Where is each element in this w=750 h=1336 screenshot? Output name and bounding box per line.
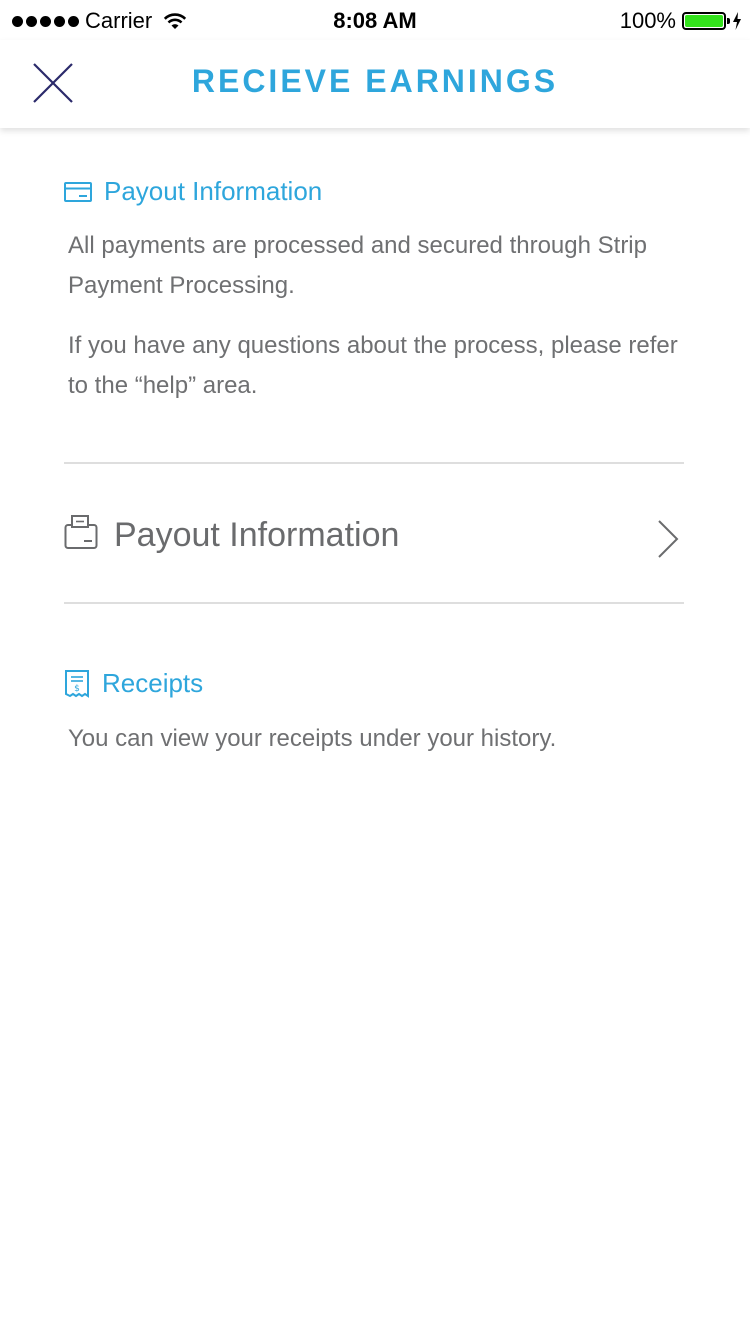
receipts-text: You can view your receipts under your hi… xyxy=(68,725,557,752)
header: RECIEVE EARNINGS xyxy=(0,40,750,128)
receipts-title: Receipts xyxy=(102,668,204,698)
payment-processing-text: All payments are processed and secured t… xyxy=(68,232,647,299)
payout-information-heading: Payout Information xyxy=(64,176,322,207)
battery-percentage: 100% xyxy=(619,8,676,33)
receipt-icon: $ xyxy=(65,669,89,698)
credit-card-icon xyxy=(64,181,92,202)
status-right: 100% xyxy=(620,8,742,34)
status-bar: Carrier 8:08 AM 100% xyxy=(0,0,750,40)
svg-text:$: $ xyxy=(74,684,80,694)
divider xyxy=(64,602,684,604)
payout-information-row-label: Payout Information xyxy=(114,516,400,554)
payout-information-row[interactable]: Payout Information xyxy=(64,464,684,602)
receipts-heading: $ Receipts xyxy=(64,668,203,699)
chevron-right-icon xyxy=(658,520,679,558)
battery-icon xyxy=(682,12,730,30)
wallet-icon xyxy=(64,515,98,549)
charging-bolt-icon xyxy=(733,12,741,30)
payout-information-title: Payout Information xyxy=(104,176,323,206)
page-title: RECIEVE EARNINGS xyxy=(191,63,559,99)
help-text: If you have any questions about the proc… xyxy=(68,332,678,399)
